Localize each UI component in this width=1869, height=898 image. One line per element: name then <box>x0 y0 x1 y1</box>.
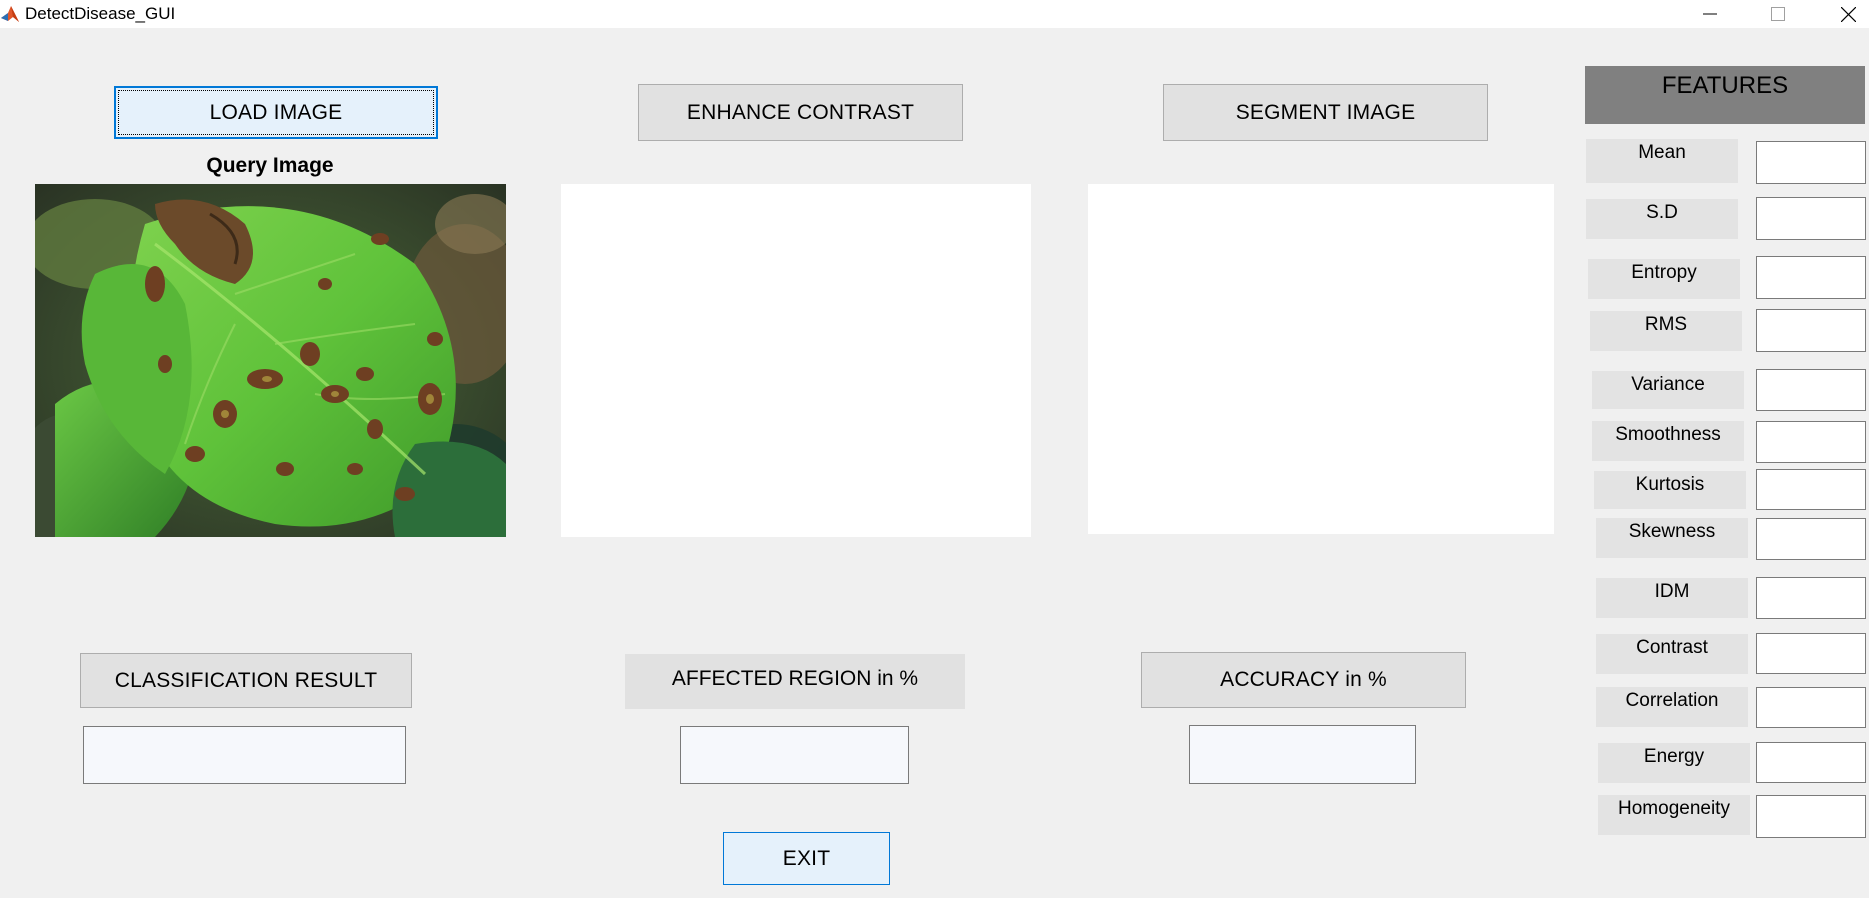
feature-label-text: Mean <box>1638 142 1686 163</box>
segment-image-button[interactable]: SEGMENT IMAGE <box>1163 84 1488 141</box>
affected-region-label: AFFECTED REGION in % <box>625 654 965 709</box>
feature-value-skewness[interactable] <box>1756 518 1866 560</box>
load-image-label: LOAD IMAGE <box>209 100 343 124</box>
exit-label: EXIT <box>782 846 831 870</box>
feature-value-variance[interactable] <box>1756 369 1866 411</box>
accuracy-button[interactable]: ACCURACY in % <box>1141 652 1466 708</box>
diseased-leaf-photo <box>35 184 506 537</box>
feature-value-contrast[interactable] <box>1756 633 1866 674</box>
affected-region-label-text: AFFECTED REGION in % <box>671 667 919 690</box>
feature-label-entropy: Entropy <box>1588 259 1740 299</box>
feature-label-text: Skewness <box>1628 521 1716 542</box>
features-header-text: FEATURES <box>1661 72 1789 99</box>
classification-result-output[interactable] <box>83 726 406 784</box>
feature-label-text: Correlation <box>1625 690 1719 711</box>
feature-label-text: IDM <box>1654 581 1690 602</box>
feature-label-variance: Variance <box>1592 371 1744 409</box>
feature-label-skewness: Skewness <box>1596 518 1748 558</box>
feature-value-rms[interactable] <box>1756 309 1866 352</box>
window-title: DetectDisease_GUI <box>25 4 176 23</box>
feature-value-mean[interactable] <box>1756 141 1866 184</box>
minimize-button[interactable] <box>1684 0 1736 28</box>
exit-button[interactable]: EXIT <box>723 832 890 885</box>
query-image-axes <box>35 184 506 537</box>
close-icon <box>1840 6 1856 22</box>
feature-label-kurtosis: Kurtosis <box>1594 471 1746 509</box>
segmented-image-axes <box>1088 184 1554 534</box>
load-image-button[interactable]: LOAD IMAGE <box>114 86 438 139</box>
feature-value-sd[interactable] <box>1756 197 1866 240</box>
feature-label-smoothness: Smoothness <box>1592 421 1744 461</box>
feature-value-idm[interactable] <box>1756 577 1866 619</box>
accuracy-output[interactable] <box>1189 725 1416 784</box>
feature-label-idm: IDM <box>1596 578 1748 618</box>
minimize-icon <box>1703 13 1717 15</box>
classification-result-label: CLASSIFICATION RESULT <box>114 668 378 692</box>
feature-value-correlation[interactable] <box>1756 687 1866 728</box>
affected-region-output[interactable] <box>680 726 909 784</box>
close-button[interactable] <box>1822 0 1869 28</box>
feature-label-contrast: Contrast <box>1596 634 1748 674</box>
enhance-contrast-button[interactable]: ENHANCE CONTRAST <box>638 84 963 141</box>
feature-label-rms: RMS <box>1590 311 1742 351</box>
accuracy-label: ACCURACY in % <box>1220 668 1387 691</box>
feature-value-kurtosis[interactable] <box>1756 469 1866 510</box>
feature-label-text: RMS <box>1644 314 1688 335</box>
feature-label-mean: Mean <box>1586 139 1738 183</box>
classification-result-button[interactable]: CLASSIFICATION RESULT <box>80 653 412 708</box>
maximize-button[interactable] <box>1752 0 1804 28</box>
feature-value-homogeneity[interactable] <box>1756 795 1866 838</box>
feature-label-text: Homogeneity <box>1618 798 1730 819</box>
title-bar <box>0 0 1869 28</box>
feature-label-sd: S.D <box>1586 199 1738 239</box>
features-header: FEATURES <box>1585 66 1865 124</box>
feature-label-text: Energy <box>1643 746 1705 767</box>
feature-value-entropy[interactable] <box>1756 256 1866 299</box>
feature-label-text: Entropy <box>1631 262 1697 283</box>
feature-label-text: Smoothness <box>1615 424 1721 445</box>
maximize-icon <box>1771 7 1785 21</box>
feature-value-energy[interactable] <box>1756 742 1866 783</box>
feature-label-text: S.D <box>1646 202 1678 223</box>
enhanced-image-axes <box>561 184 1031 537</box>
feature-label-homogeneity: Homogeneity <box>1598 795 1750 835</box>
query-image-title: Query Image <box>206 154 334 177</box>
feature-label-text: Kurtosis <box>1635 474 1705 495</box>
feature-label-correlation: Correlation <box>1596 687 1748 727</box>
enhance-contrast-label: ENHANCE CONTRAST <box>686 100 915 124</box>
segment-image-label: SEGMENT IMAGE <box>1235 100 1416 124</box>
feature-label-text: Contrast <box>1636 637 1708 658</box>
feature-label-energy: Energy <box>1598 743 1750 783</box>
feature-label-text: Variance <box>1631 374 1705 395</box>
feature-value-smoothness[interactable] <box>1756 421 1866 463</box>
matlab-icon <box>0 4 20 24</box>
